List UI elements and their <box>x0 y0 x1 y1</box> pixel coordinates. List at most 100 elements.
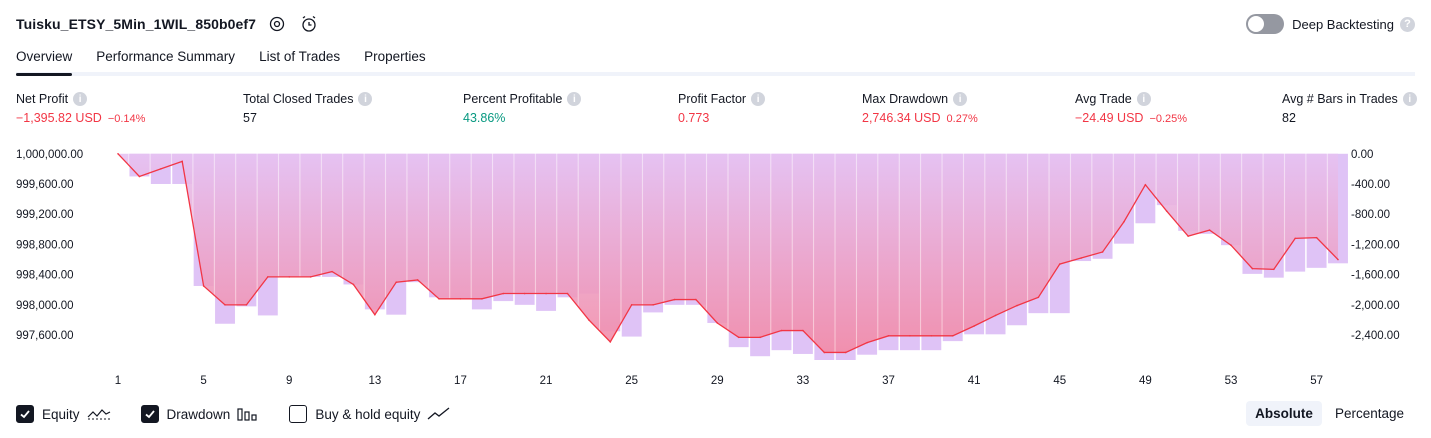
metric-label: Avg Trade <box>1075 92 1132 106</box>
x-tick-label: 17 <box>454 375 467 387</box>
metric-avg-bars-in-trades: Avg # Bars in Trades i 82 <box>1282 92 1417 125</box>
info-icon[interactable]: i <box>358 92 373 106</box>
equity-point <box>160 168 162 170</box>
equity-point <box>1101 251 1104 253</box>
y-right-tick-label: 0.00 <box>1351 149 1373 161</box>
tab-properties[interactable]: Properties <box>364 40 426 72</box>
metric-value: 0.773 <box>678 111 710 125</box>
alarm-clock-plus-icon[interactable] <box>298 13 320 35</box>
metric-value: 82 <box>1282 111 1296 125</box>
equity-point <box>502 292 505 295</box>
equity-point <box>117 152 119 155</box>
deep-backtesting-label: Deep Backtesting <box>1292 16 1394 32</box>
x-tick-label: 29 <box>711 375 724 387</box>
metric-max-drawdown: Max Drawdown i 2,746.34 USD 0.27% <box>862 92 978 125</box>
info-icon[interactable]: i <box>567 92 582 106</box>
equity-point <box>288 276 291 278</box>
equity-point <box>973 325 975 327</box>
metric-profit-factor: Profit Factor i 0.773 <box>678 92 766 125</box>
info-icon[interactable]: i <box>1402 92 1417 106</box>
y-right-tick-label: -2,000.00 <box>1351 300 1400 312</box>
x-tick-label: 25 <box>625 375 638 387</box>
help-icon[interactable]: ? <box>1400 16 1415 32</box>
equity-point <box>267 276 269 278</box>
deep-backtesting-toggle[interactable] <box>1246 14 1285 34</box>
metric-percent: −0.14% <box>107 113 146 125</box>
y-right-tick-label: -1,600.00 <box>1351 270 1400 282</box>
metric-label: Profit Factor <box>678 92 747 106</box>
equity-point <box>930 335 933 337</box>
equity-point <box>887 335 890 337</box>
equity-point <box>481 298 483 300</box>
equity-point <box>866 341 868 344</box>
toggle-knob <box>1248 16 1265 32</box>
tab-overview[interactable]: Overview <box>16 40 73 76</box>
equity-checkbox[interactable] <box>16 405 34 423</box>
x-tick-label: 41 <box>968 375 981 387</box>
legend-drawdown[interactable]: Drawdown <box>140 405 260 423</box>
equity-point <box>1251 267 1254 270</box>
drawdown-checkbox[interactable] <box>140 405 159 423</box>
x-tick-label: 1 <box>115 375 121 387</box>
equity-point <box>909 335 911 337</box>
y-left-tick-label: 998,400.00 <box>16 270 74 282</box>
equity-point <box>138 175 141 178</box>
equity-point <box>844 351 847 354</box>
info-icon[interactable]: i <box>751 92 766 106</box>
tab-performance-summary[interactable]: Performance Summary <box>96 40 235 72</box>
equity-point <box>1165 210 1168 212</box>
gear-icon[interactable] <box>266 13 288 35</box>
equity-point <box>609 341 612 343</box>
y-left-tick-label: 997,600.00 <box>16 330 74 342</box>
equity-point <box>545 292 547 295</box>
equity-point <box>1123 220 1125 223</box>
equity-point <box>823 351 826 354</box>
legend-equity[interactable]: Equity <box>16 405 111 423</box>
x-tick-label: 13 <box>368 375 381 387</box>
x-tick-label: 33 <box>797 375 810 387</box>
equity-point <box>780 329 783 332</box>
equity-point <box>1016 304 1018 307</box>
y-right-tick-label: -2,400.00 <box>1351 330 1400 342</box>
equity-drawdown-chart[interactable]: 1,000,000.00 999,600.00 999,200.00 998,800.… <box>0 140 1431 390</box>
info-icon[interactable]: i <box>73 92 88 106</box>
equity-point <box>523 292 526 295</box>
equity-point <box>695 298 697 301</box>
metric-value: 2,746.34 USD <box>862 111 941 125</box>
metric-value: −24.49 USD <box>1075 111 1144 125</box>
equity-point <box>224 304 226 306</box>
metric-label: Total Closed Trades <box>243 92 354 106</box>
x-tick-label: 5 <box>200 375 206 387</box>
legend-label: Equity <box>42 406 80 422</box>
legend-label: Drawdown <box>166 406 231 422</box>
x-tick-label: 57 <box>1310 375 1323 387</box>
equity-point <box>309 276 312 278</box>
equity-point <box>352 283 355 286</box>
equity-point <box>1187 235 1189 237</box>
equity-point <box>588 319 590 321</box>
percentage-mode-button[interactable]: Percentage <box>1326 401 1413 426</box>
equity-point <box>759 336 761 339</box>
header-bar: Tuisku_ETSY_5Min_1WIL_850b0ef7 Deep Back… <box>16 10 1415 38</box>
metric-avg-trade: Avg Trade i −24.49 USD −0.25% <box>1075 92 1187 125</box>
equity-point <box>1080 257 1082 259</box>
equity-point <box>737 336 740 339</box>
y-left-tick-label: 998,800.00 <box>16 239 74 251</box>
equity-point <box>951 335 954 337</box>
legend-buy-hold-equity[interactable]: Buy & hold equity <box>289 405 451 423</box>
equity-point <box>416 279 419 281</box>
tab-list-of-trades[interactable]: List of Trades <box>259 40 340 72</box>
equity-point <box>395 281 398 283</box>
equity-point <box>331 270 333 273</box>
x-tick-label: 9 <box>286 375 292 387</box>
info-icon[interactable]: i <box>1136 92 1151 106</box>
buy-hold-checkbox[interactable] <box>289 405 308 423</box>
y-left-tick-label: 1,000,000.00 <box>16 149 83 161</box>
metric-label: Avg # Bars in Trades <box>1282 92 1398 106</box>
y-right-tick-label: -1,200.00 <box>1351 239 1400 251</box>
equity-point <box>1230 244 1232 246</box>
x-tick-label: 45 <box>1053 375 1066 387</box>
absolute-mode-button[interactable]: Absolute <box>1246 401 1322 426</box>
metric-label: Percent Profitable <box>463 92 563 106</box>
info-icon[interactable]: i <box>953 92 968 106</box>
